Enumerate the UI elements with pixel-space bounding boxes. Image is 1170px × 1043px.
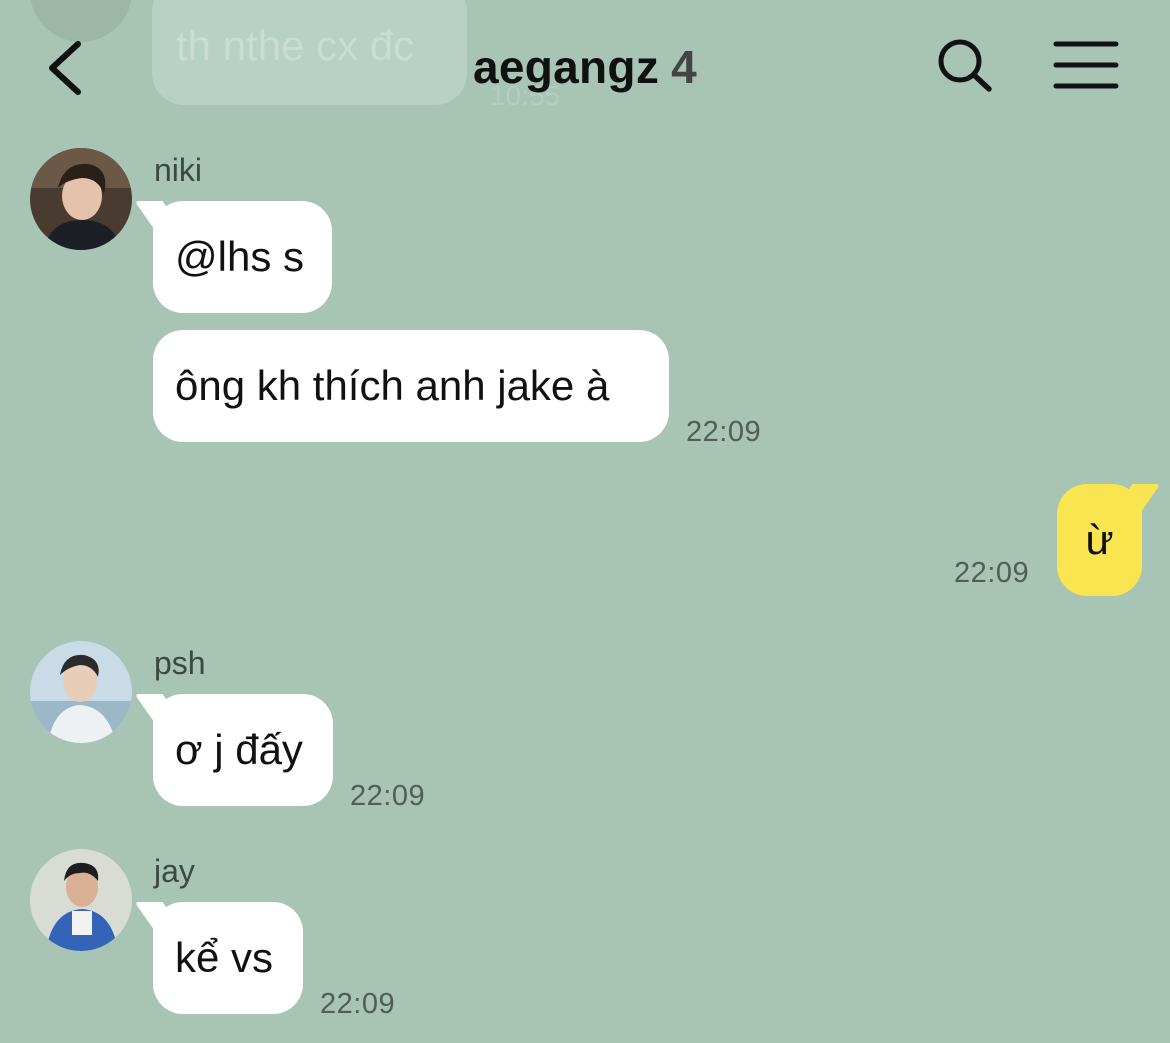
message-time: 22:09 (320, 988, 396, 1020)
message-time: 22:09 (954, 557, 1030, 589)
sender-name-psh: psh (154, 645, 206, 681)
message-text: ơ j đấy (175, 726, 303, 773)
avatar-niki[interactable] (30, 148, 132, 250)
menu-icon (1053, 41, 1119, 89)
message-text: kể vs (175, 934, 274, 981)
message-time: 22:09 (350, 780, 426, 812)
group-name: aegangz (472, 41, 660, 93)
message-text: ừ (1085, 516, 1114, 563)
my-message-bubble[interactable]: ừ (1057, 484, 1142, 596)
avatar-psh[interactable] (30, 641, 132, 743)
message-text: @lhs s (175, 233, 304, 280)
search-icon (938, 39, 992, 92)
menu-button[interactable] (1052, 38, 1122, 94)
sender-name-niki: niki (154, 152, 203, 188)
search-button[interactable] (934, 36, 998, 96)
sender-name-jay: jay (154, 853, 195, 889)
message-bubble[interactable]: @lhs s (153, 201, 332, 313)
member-count: 4 (671, 41, 698, 93)
message-bubble[interactable]: ông kh thích anh jake à (153, 330, 669, 442)
message-bubble[interactable]: kể vs (153, 902, 303, 1014)
message-time: 22:09 (686, 416, 762, 448)
avatar-jay[interactable] (30, 849, 132, 951)
message-text: ông kh thích anh jake à (175, 362, 610, 409)
message-bubble[interactable]: ơ j đấy (153, 694, 333, 806)
